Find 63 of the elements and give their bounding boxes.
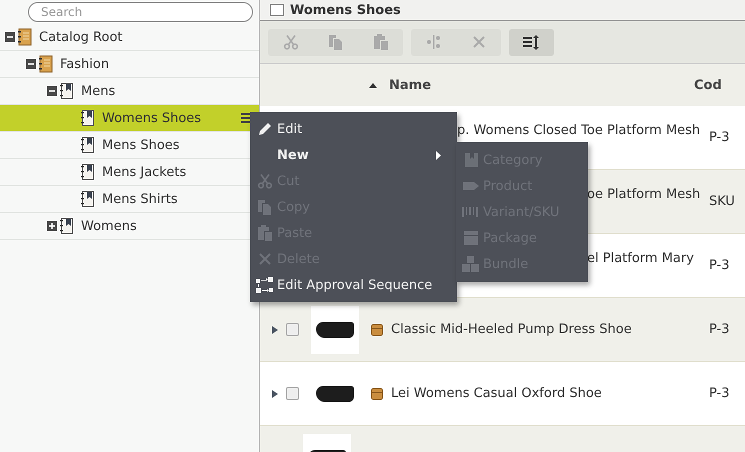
- tree-item[interactable]: Womens Shoes: [0, 105, 259, 132]
- tree-label: Fashion: [60, 56, 110, 72]
- notebook-icon: [81, 190, 95, 208]
- tree-label: Catalog Root: [39, 30, 123, 44]
- scissors-icon: [257, 173, 273, 189]
- product-code: P-3: [709, 258, 730, 273]
- product-code: P-3: [709, 322, 730, 337]
- tree-label: Mens Jackets: [102, 164, 186, 180]
- product-name: p. Womens Closed Toe Platform Mesh: [457, 123, 702, 138]
- caret-icon: [436, 151, 441, 160]
- product-code: P-3: [709, 130, 730, 145]
- book-icon: [39, 55, 53, 73]
- sort-ascending-icon[interactable]: [369, 82, 377, 88]
- expand-icon[interactable]: [47, 221, 57, 231]
- tree-item[interactable]: Catalog Root: [0, 24, 259, 51]
- tree-label: Womens Shoes: [102, 110, 202, 126]
- copy-icon: [257, 199, 273, 215]
- boxes-icon: [462, 256, 480, 272]
- checkbox[interactable]: [286, 323, 299, 336]
- pencil-icon: [258, 122, 272, 136]
- notebook-icon: [60, 82, 74, 100]
- notebook-icon: [81, 109, 95, 127]
- product-name: Classic Mid-Heeled Pump Dress Shoe: [391, 322, 633, 337]
- category-icon: [463, 152, 479, 168]
- box-icon: [371, 324, 383, 336]
- sort-button[interactable]: [509, 28, 554, 56]
- close-icon: [258, 252, 272, 266]
- clipboard-icon: [372, 34, 388, 50]
- split-icon: [426, 34, 442, 50]
- panel-title: Womens Shoes: [290, 2, 401, 18]
- sort-icon: [522, 34, 540, 50]
- product-name: el Platform Mary: [587, 251, 695, 266]
- notebook-icon: [60, 217, 74, 235]
- tree-label: Mens Shoes: [102, 138, 180, 152]
- close-icon: [472, 35, 486, 49]
- tag-icon: [462, 179, 480, 193]
- package-icon: [463, 230, 479, 246]
- barcode-icon: [462, 205, 480, 219]
- photo-placeholder: [311, 306, 359, 354]
- product-code: P-3: [709, 386, 730, 401]
- column-header[interactable]: Name: [389, 78, 432, 92]
- tree-label: Mens: [81, 84, 116, 98]
- checkbox[interactable]: [270, 4, 284, 16]
- product-code: SKU: [709, 194, 735, 209]
- notebook-icon: [81, 136, 95, 154]
- tree-item[interactable]: Fashion: [0, 51, 259, 78]
- flow-icon: [256, 277, 274, 293]
- tree-label: Mens Shirts: [102, 192, 178, 206]
- product-name: Lei Womens Casual Oxford Shoe: [391, 386, 603, 401]
- box-icon: [371, 388, 383, 400]
- copy-icon: [328, 34, 344, 50]
- scissors-icon: [282, 34, 298, 50]
- product-name: oe Platform Mesh: [587, 187, 702, 202]
- book-icon: [18, 28, 32, 46]
- expand-icon[interactable]: [272, 326, 278, 334]
- clipboard-icon: [257, 225, 273, 241]
- search-field[interactable]: Search: [28, 2, 253, 22]
- column-header[interactable]: Cod: [694, 78, 722, 92]
- menu-item[interactable]: Edit Approval Sequence: [250, 272, 457, 298]
- notebook-icon: [81, 163, 95, 181]
- expand-icon[interactable]: [272, 390, 278, 398]
- tree-label: Womens: [81, 218, 137, 234]
- checkbox[interactable]: [286, 387, 299, 400]
